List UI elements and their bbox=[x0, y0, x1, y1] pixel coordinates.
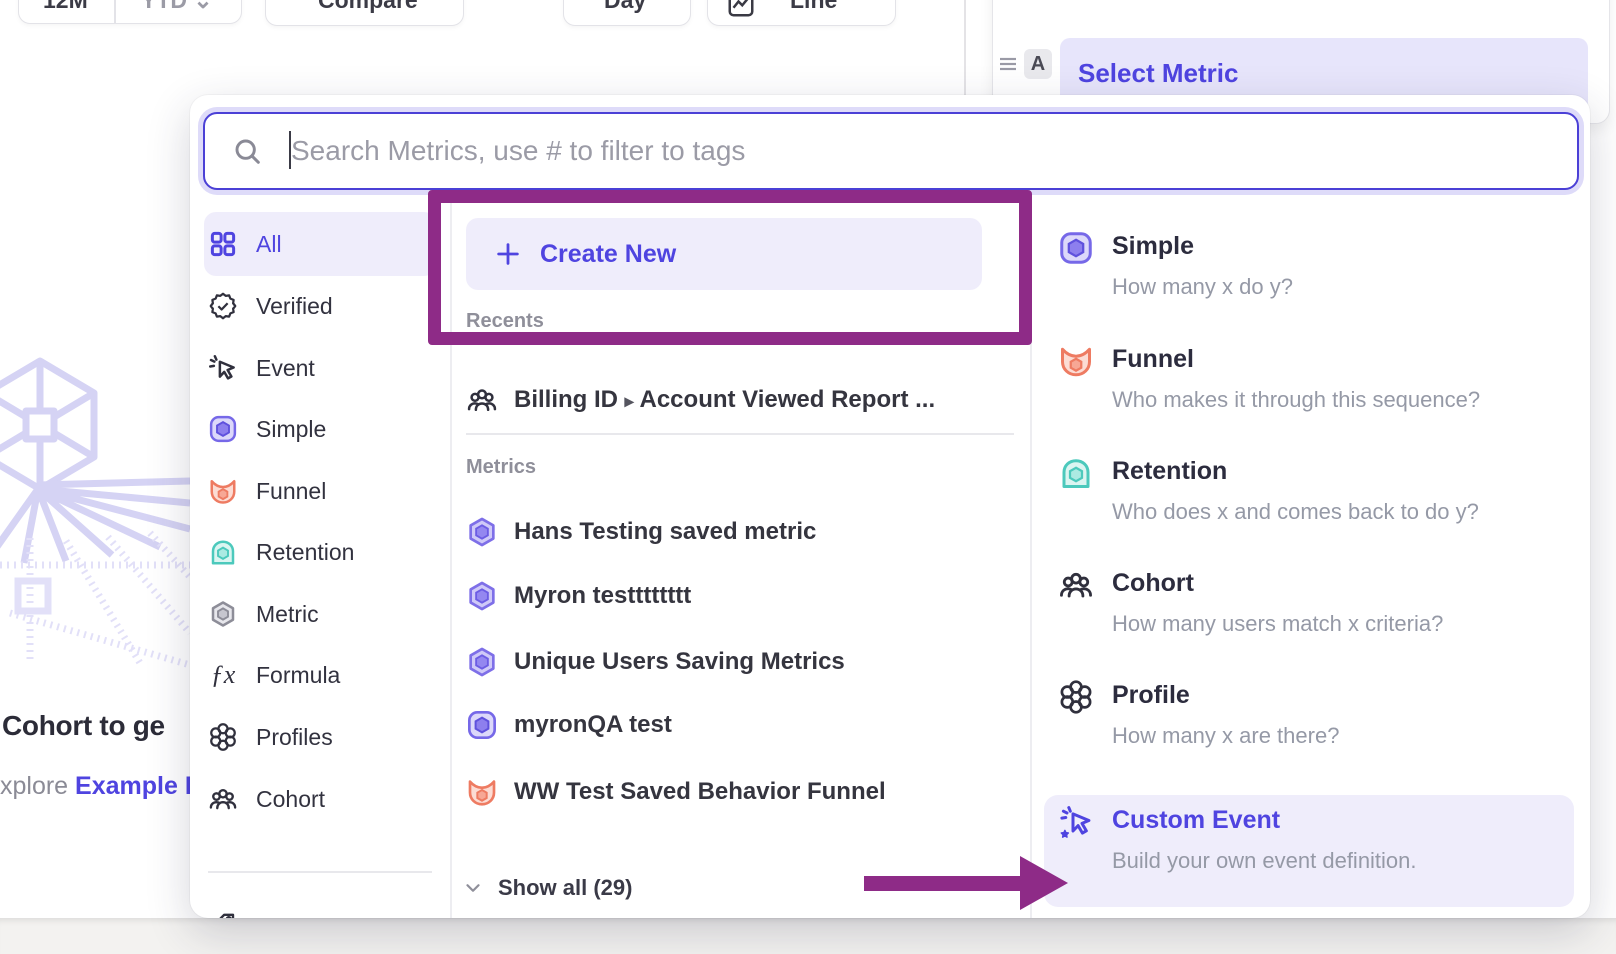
metric-list-item[interactable]: myronQA test bbox=[466, 699, 1006, 751]
metric-list-item[interactable]: WW Test Saved Behavior Funnel bbox=[466, 766, 1006, 818]
search-field bbox=[203, 112, 1579, 190]
background-heading: Cohort to ge bbox=[2, 710, 165, 742]
simple-icon bbox=[1058, 230, 1094, 266]
show-all-toggle[interactable]: Show all (29) bbox=[462, 864, 762, 912]
type-funnel[interactable]: Funnel bbox=[1112, 345, 1194, 374]
breadcrumb-arrow: ▸ bbox=[625, 391, 634, 411]
type-retention-desc: Who does x and comes back to do y? bbox=[1112, 499, 1479, 525]
search-input[interactable] bbox=[205, 114, 1577, 188]
date-range-segment: 12M YTD ⌄ bbox=[18, 0, 242, 24]
metric-list-item[interactable]: Hans Testing saved metric bbox=[466, 506, 1006, 558]
drag-handle-icon[interactable] bbox=[998, 52, 1018, 76]
granularity-day-button[interactable]: Day bbox=[563, 0, 691, 26]
sidebar-item-metric[interactable]: Metric bbox=[208, 586, 434, 642]
sidebar-item-tags[interactable]: Tags bbox=[208, 898, 434, 918]
sidebar-item-simple[interactable]: Simple bbox=[208, 401, 434, 457]
range-12m-button[interactable]: 12M bbox=[43, 0, 88, 14]
example-link[interactable]: Example I bbox=[75, 772, 192, 800]
type-cohort[interactable]: Cohort bbox=[1112, 569, 1194, 598]
retention-icon bbox=[1058, 455, 1094, 491]
cohort-icon bbox=[466, 384, 498, 416]
recent-item-billing[interactable]: Billing ID ▸ Account Viewed Report ... bbox=[466, 374, 1006, 426]
series-a-badge: A bbox=[1024, 49, 1052, 79]
metrics-section-label: Metrics bbox=[466, 456, 536, 479]
type-custom-event-desc: Build your own event definition. bbox=[1112, 848, 1417, 874]
chart-type-line-button[interactable]: Line bbox=[707, 0, 896, 26]
type-cohort-desc: How many users match x criteria? bbox=[1112, 611, 1443, 637]
type-retention[interactable]: Retention bbox=[1112, 457, 1227, 486]
simple-icon bbox=[466, 709, 498, 741]
metric-list-item[interactable]: Unique Users Saving Metrics bbox=[466, 636, 1006, 688]
compare-button[interactable]: Compare bbox=[265, 0, 464, 26]
metric-list-item[interactable]: Myron testttttttt bbox=[466, 570, 1006, 622]
text-caret bbox=[289, 131, 291, 169]
segment-divider bbox=[114, 0, 116, 23]
sidebar-divider bbox=[208, 871, 432, 873]
type-simple[interactable]: Simple bbox=[1112, 232, 1194, 261]
tag-icon bbox=[208, 911, 238, 918]
sidebar-item-verified[interactable]: Verified bbox=[208, 278, 434, 334]
funnel-icon bbox=[1058, 343, 1094, 379]
sidebar-item-funnel[interactable]: Funnel bbox=[208, 463, 434, 519]
type-custom-event[interactable]: Custom Event bbox=[1112, 806, 1280, 835]
sidebar-item-event[interactable]: Event bbox=[208, 340, 434, 396]
sidebar-item-cohort[interactable]: Cohort bbox=[208, 771, 434, 827]
sidebar-item-all[interactable]: All bbox=[208, 216, 434, 272]
grid-icon bbox=[208, 229, 238, 259]
metric-hexagon-icon bbox=[466, 580, 498, 612]
retention-icon bbox=[208, 537, 238, 567]
type-profile-desc: How many x are there? bbox=[1112, 723, 1339, 749]
range-ytd-button[interactable]: YTD ⌄ bbox=[141, 0, 213, 14]
annotation-rectangle bbox=[428, 190, 1032, 345]
explore-text: xplore bbox=[0, 772, 75, 800]
page-bottom-strip bbox=[0, 918, 1616, 954]
annotation-arrow bbox=[864, 876, 1020, 891]
metric-hexagon-icon bbox=[466, 516, 498, 548]
type-profile[interactable]: Profile bbox=[1112, 681, 1190, 710]
background-explore-line: xplore Example I bbox=[0, 772, 192, 801]
metric-icon bbox=[208, 599, 238, 629]
cohort-icon bbox=[208, 784, 238, 814]
type-funnel-desc: Who makes it through this sequence? bbox=[1112, 387, 1480, 413]
screen: 12M YTD ⌄ Compare Day Line A Select Metr… bbox=[0, 0, 1616, 954]
event-icon bbox=[208, 353, 238, 383]
sidebar-item-retention[interactable]: Retention bbox=[208, 524, 434, 580]
custom-event-icon bbox=[1058, 804, 1094, 840]
wireframe-illustration bbox=[0, 333, 190, 673]
annotation-arrow-head bbox=[1020, 856, 1068, 910]
recents-divider bbox=[466, 433, 1014, 435]
profile-icon bbox=[1058, 679, 1094, 715]
metric-hexagon-icon bbox=[466, 646, 498, 678]
verified-icon bbox=[208, 291, 238, 321]
line-chart-icon bbox=[726, 0, 756, 19]
chevron-down-icon bbox=[462, 877, 484, 899]
cohort-icon bbox=[1058, 567, 1094, 603]
sidebar-item-formula[interactable]: ƒx Formula bbox=[208, 647, 434, 703]
funnel-icon bbox=[208, 476, 238, 506]
funnel-icon bbox=[466, 776, 498, 808]
profiles-icon bbox=[208, 722, 238, 752]
type-simple-desc: How many x do y? bbox=[1112, 274, 1293, 300]
formula-icon: ƒx bbox=[208, 660, 238, 690]
simple-icon bbox=[208, 414, 238, 444]
sidebar-item-profiles[interactable]: Profiles bbox=[208, 709, 434, 765]
